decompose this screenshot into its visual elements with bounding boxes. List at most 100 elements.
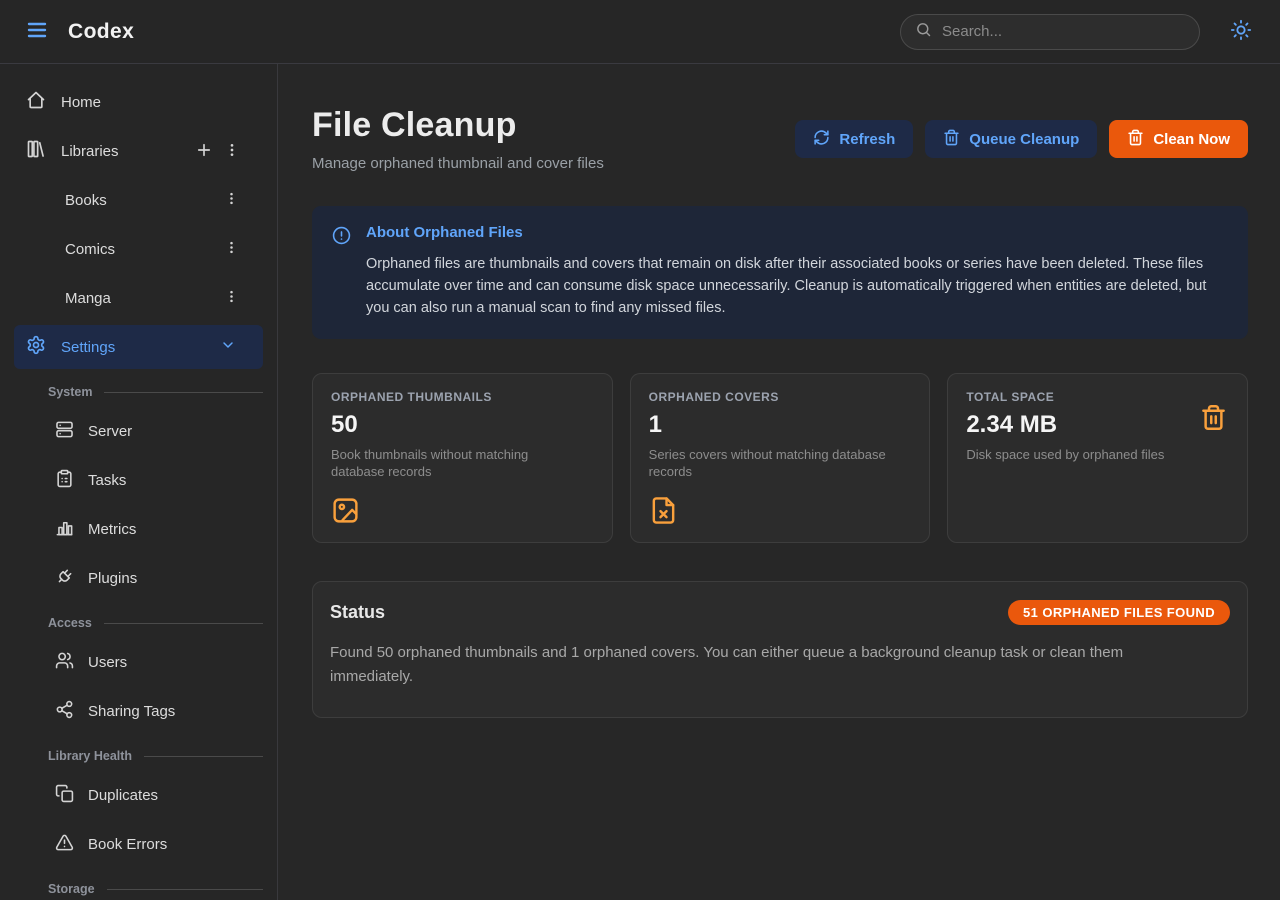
warning-triangle-icon [55, 833, 74, 856]
page-subtitle: Manage orphaned thumbnail and cover file… [312, 155, 604, 172]
stat-card-total-space: TOTAL SPACE 2.34 MB Disk space used by o… [947, 373, 1248, 543]
sidebar-item-sharing-tags[interactable]: Sharing Tags [14, 689, 263, 733]
gear-icon [26, 335, 46, 359]
kebab-icon [224, 191, 239, 209]
stat-description: Series covers without matching database … [649, 446, 899, 480]
about-body: Orphaned files are thumbnails and covers… [366, 253, 1228, 319]
users-icon [55, 651, 74, 674]
sidebar-item-book-errors[interactable]: Book Errors [14, 822, 263, 866]
delete-orphaned-files-button[interactable] [1200, 404, 1227, 434]
sidebar-section-storage: Storage [14, 882, 263, 896]
status-message: Found 50 orphaned thumbnails and 1 orpha… [330, 641, 1210, 689]
status-badge: 51 ORPHANED FILES FOUND [1008, 600, 1230, 625]
sidebar-item-server[interactable]: Server [14, 409, 263, 453]
sidebar-item-label: Comics [65, 241, 115, 258]
page-title-block: File Cleanup Manage orphaned thumbnail a… [312, 106, 604, 172]
trash-icon [1200, 404, 1227, 434]
image-icon [331, 496, 594, 530]
topbar-right [900, 14, 1260, 50]
sidebar-item-tasks[interactable]: Tasks [14, 458, 263, 502]
sidebar-item-label: Duplicates [88, 787, 158, 804]
about-orphaned-files-panel: About Orphaned Files Orphaned files are … [312, 206, 1248, 339]
about-title: About Orphaned Files [366, 224, 1228, 241]
sidebar-item-label: Books [65, 192, 107, 209]
share-icon [55, 700, 74, 723]
status-panel: Status 51 ORPHANED FILES FOUND Found 50 … [312, 581, 1248, 718]
sidebar-item-books[interactable]: Books [14, 178, 263, 222]
sidebar-item-label: Users [88, 654, 127, 671]
manga-menu-button[interactable] [227, 286, 251, 310]
sidebar-item-libraries[interactable]: Libraries [14, 129, 263, 173]
stat-label: TOTAL SPACE [966, 390, 1229, 404]
sidebar-item-label: Book Errors [88, 836, 167, 853]
sidebar-item-comics[interactable]: Comics [14, 227, 263, 271]
stat-label: ORPHANED THUMBNAILS [331, 390, 594, 404]
sidebar-item-label: Settings [61, 339, 115, 356]
about-text-block: About Orphaned Files Orphaned files are … [366, 224, 1228, 319]
header-actions: Refresh Queue Cleanup Clean Now [795, 120, 1248, 158]
stat-value: 50 [331, 411, 594, 439]
refresh-button[interactable]: Refresh [795, 120, 913, 158]
queue-cleanup-button[interactable]: Queue Cleanup [925, 120, 1097, 158]
topbar: Codex [0, 0, 1280, 64]
sidebar: Home Libraries [0, 64, 278, 900]
home-icon [26, 90, 46, 114]
sidebar-item-label: Manga [65, 290, 111, 307]
status-header: Status 51 ORPHANED FILES FOUND [330, 600, 1230, 625]
stat-card-orphaned-covers: ORPHANED COVERS 1 Series covers without … [630, 373, 931, 543]
sidebar-item-home[interactable]: Home [14, 80, 263, 124]
plus-icon [195, 141, 213, 162]
trash-icon [1127, 129, 1144, 150]
stat-cards: ORPHANED THUMBNAILS 50 Book thumbnails w… [312, 373, 1248, 543]
sidebar-section-system: System [14, 385, 263, 399]
comics-menu-button[interactable] [227, 237, 251, 261]
hamburger-icon [25, 18, 49, 45]
stat-value: 2.34 MB [966, 411, 1229, 439]
kebab-icon [224, 142, 240, 161]
trash-icon [943, 129, 960, 150]
menu-toggle-button[interactable] [20, 15, 54, 49]
page-header: File Cleanup Manage orphaned thumbnail a… [312, 106, 1248, 172]
sidebar-item-plugins[interactable]: Plugins [14, 556, 263, 600]
file-x-icon [649, 496, 912, 530]
plug-icon [55, 567, 74, 590]
sun-icon [1230, 19, 1252, 44]
app-window: Codex Home [0, 0, 1280, 900]
page-title: File Cleanup [312, 106, 604, 145]
stat-card-orphaned-thumbnails: ORPHANED THUMBNAILS 50 Book thumbnails w… [312, 373, 613, 543]
sidebar-item-label: Server [88, 423, 132, 440]
sidebar-item-settings[interactable]: Settings [14, 325, 263, 369]
books-menu-button[interactable] [227, 188, 251, 212]
kebab-icon [224, 240, 239, 258]
sidebar-item-label: Plugins [88, 570, 137, 587]
libraries-menu-button[interactable] [227, 139, 251, 163]
search-box[interactable] [900, 14, 1200, 50]
sidebar-item-users[interactable]: Users [14, 640, 263, 684]
sidebar-item-label: Libraries [61, 143, 119, 160]
chevron-down-icon [220, 337, 236, 357]
app-title: Codex [68, 20, 134, 44]
sidebar-item-label: Home [61, 94, 101, 111]
sidebar-item-duplicates[interactable]: Duplicates [14, 773, 263, 817]
server-icon [55, 420, 74, 443]
clipboard-icon [55, 469, 74, 492]
stat-label: ORPHANED COVERS [649, 390, 912, 404]
search-input[interactable] [942, 23, 1185, 40]
sidebar-item-label: Metrics [88, 521, 136, 538]
stat-description: Disk space used by orphaned files [966, 446, 1216, 463]
sidebar-item-label: Tasks [88, 472, 126, 489]
refresh-icon [813, 129, 830, 150]
sidebar-item-manga[interactable]: Manga [14, 276, 263, 320]
library-icon [26, 139, 46, 163]
copy-icon [55, 784, 74, 807]
stat-description: Book thumbnails without matching databas… [331, 446, 581, 480]
info-icon [332, 226, 351, 319]
add-library-button[interactable] [199, 139, 223, 163]
kebab-icon [224, 289, 239, 307]
main-content: File Cleanup Manage orphaned thumbnail a… [278, 64, 1280, 900]
theme-toggle-button[interactable] [1226, 17, 1256, 47]
clean-now-button[interactable]: Clean Now [1109, 120, 1248, 158]
status-title: Status [330, 602, 385, 623]
bar-chart-icon [55, 518, 74, 541]
sidebar-item-metrics[interactable]: Metrics [14, 507, 263, 551]
